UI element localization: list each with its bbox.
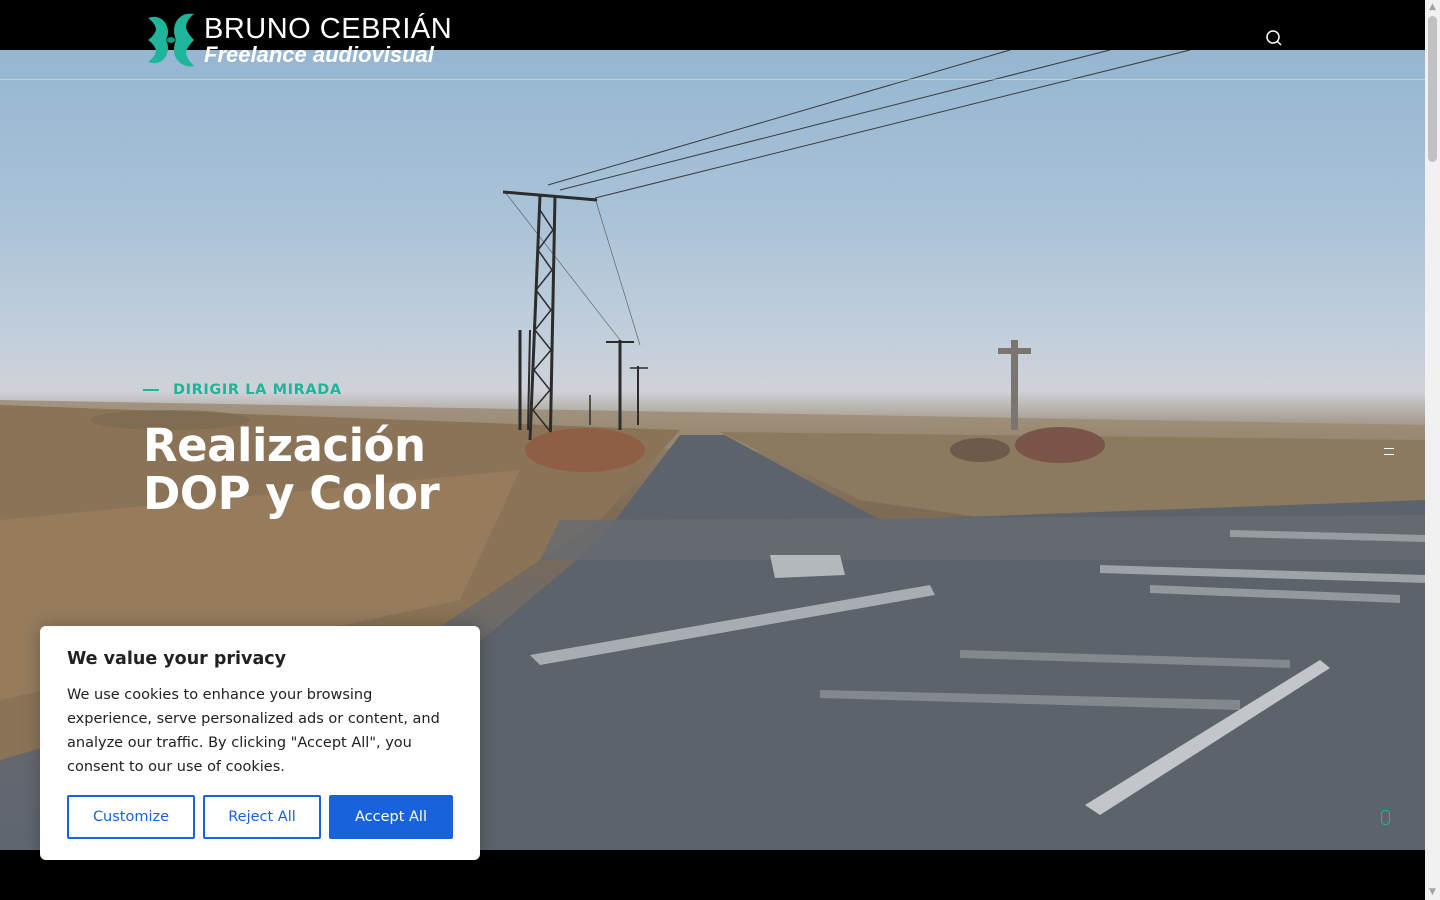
brand-tagline: Freelance audiovisual [204, 42, 434, 67]
customize-button[interactable]: Customize [67, 795, 195, 839]
hero-title: Realización DOP y Color [143, 419, 440, 520]
cookie-buttons: Customize Reject All Accept All [67, 795, 453, 839]
site-logo[interactable]: BRUNO CEBRIÁN Freelance audiovisual [146, 12, 452, 70]
search-button[interactable] [1264, 28, 1284, 48]
cookie-description: We use cookies to enhance your browsing … [67, 687, 440, 775]
hero-title-line2: DOP y Color [143, 467, 440, 520]
brand-name: BRUNO CEBRIÁN [204, 13, 453, 45]
eyebrow-text: DIRIGIR LA MIRADA [173, 382, 342, 398]
eyebrow-dash [143, 389, 159, 391]
accept-all-button[interactable]: Accept All [329, 795, 453, 839]
scroll-down-icon[interactable] [1381, 810, 1390, 825]
cookie-consent-banner: We value your privacy We use cookies to … [40, 626, 480, 860]
logo-mark-icon [148, 13, 194, 67]
hero-title-line1: Realización [143, 419, 426, 472]
header-divider [0, 79, 1425, 80]
scroll-up-arrow-icon[interactable]: ▲ [1425, 0, 1440, 15]
slider-nav-icon[interactable] [1384, 448, 1394, 455]
scroll-thumb[interactable] [1428, 16, 1437, 162]
page-scrollbar[interactable]: ▲ ▼ [1425, 0, 1440, 900]
cookie-title: We value your privacy [67, 649, 287, 669]
scroll-down-arrow-icon[interactable]: ▼ [1425, 885, 1440, 900]
search-icon [1266, 30, 1282, 46]
reject-all-button[interactable]: Reject All [203, 795, 321, 839]
hero-eyebrow: DIRIGIR LA MIRADA [143, 382, 342, 398]
